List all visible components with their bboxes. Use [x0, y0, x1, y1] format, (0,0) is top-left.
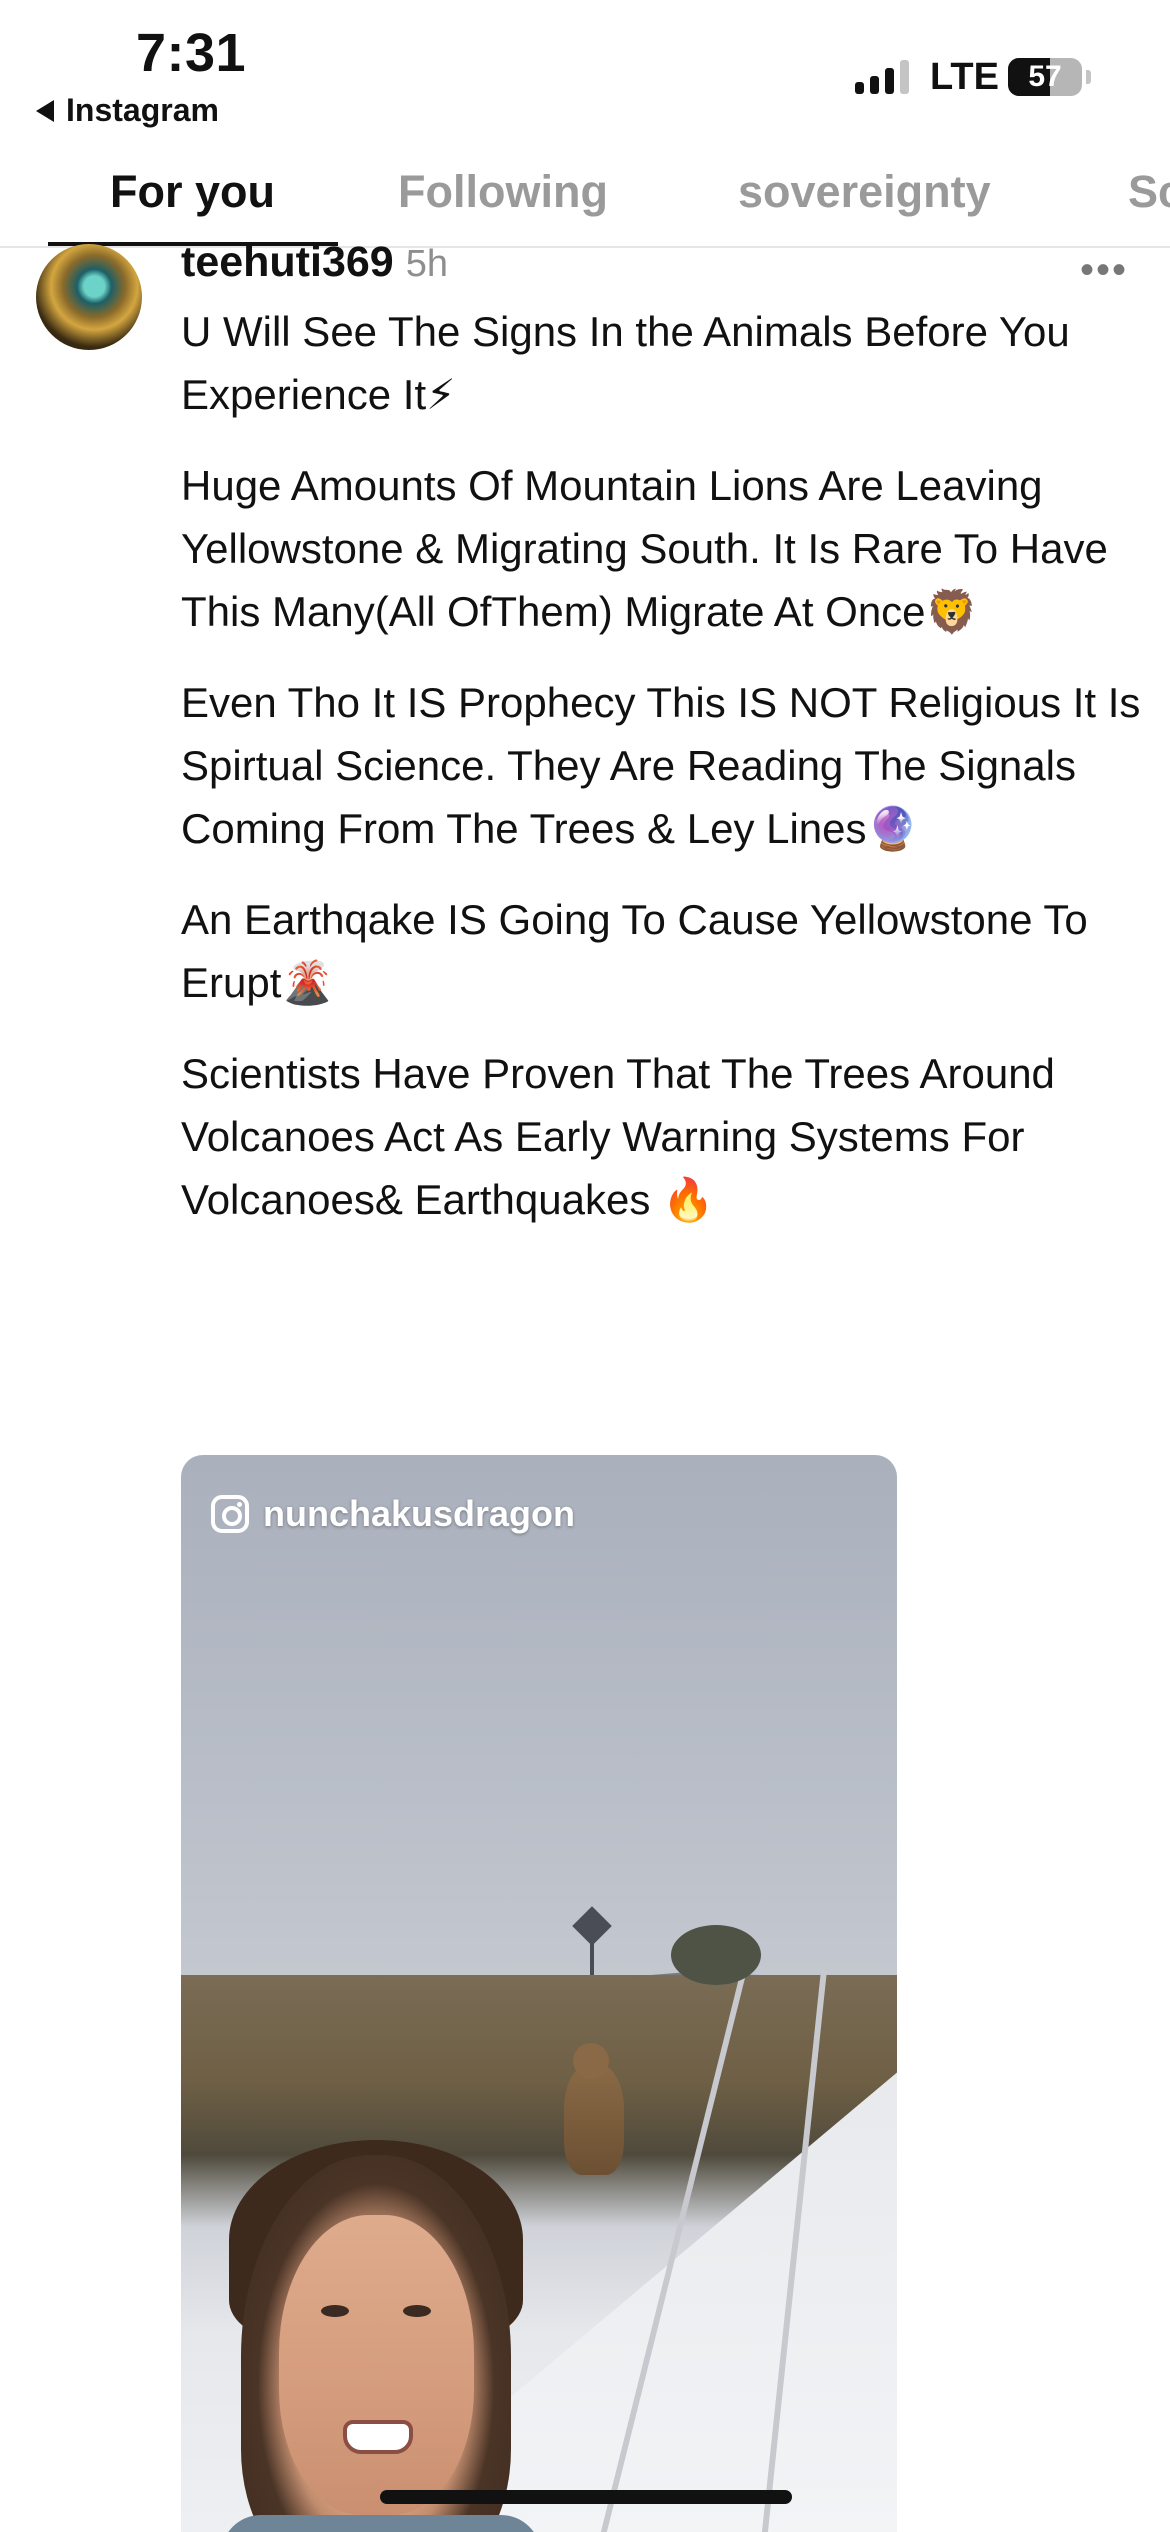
- presenter-shirt: [221, 2515, 541, 2532]
- status-time: 7:31: [136, 23, 247, 83]
- feed-tabs: For you Following sovereignty Sc: [0, 160, 1170, 248]
- post-time-ago: 5h: [405, 243, 448, 285]
- battery-level: 57: [1028, 60, 1062, 93]
- caption-paragraph: An Earthqake IS Going To Cause Yellowsto…: [181, 896, 1088, 1006]
- network-type: LTE: [930, 56, 999, 98]
- tab-partial[interactable]: Sc: [1128, 166, 1170, 218]
- back-app-label: Instagram: [66, 92, 219, 128]
- video-watermark: nunchakusdragon: [211, 1493, 575, 1535]
- battery-icon: 57: [1008, 58, 1082, 96]
- mountain-lion-figure: [564, 2065, 624, 2175]
- watermark-handle: nunchakusdragon: [263, 1493, 576, 1534]
- instagram-icon: [211, 1495, 249, 1533]
- presenter-mouth: [343, 2420, 413, 2454]
- presenter-skin: [279, 2215, 474, 2515]
- caption-paragraph: U Will See The Signs In the Animals Befo…: [181, 308, 1070, 418]
- tab-following[interactable]: Following: [398, 166, 608, 218]
- avatar[interactable]: [36, 244, 142, 350]
- tab-sovereignty[interactable]: sovereignty: [738, 166, 991, 218]
- back-to-app-button[interactable]: Instagram: [36, 92, 219, 129]
- battery-tip: [1086, 70, 1091, 84]
- post-author[interactable]: teehuti369 5h: [181, 238, 448, 287]
- presenter-eye: [321, 2305, 349, 2317]
- back-triangle-icon: [36, 99, 54, 122]
- video-bush: [671, 1925, 761, 1985]
- road-sign-icon: [572, 1906, 612, 1946]
- caption-paragraph: Scientists Have Proven That The Trees Ar…: [181, 1050, 1055, 1223]
- tab-for-you[interactable]: For you: [110, 166, 275, 218]
- username[interactable]: teehuti369: [181, 238, 394, 286]
- screen: 7:31 Instagram LTE 57 For you Following …: [0, 0, 1170, 2532]
- ellipsis-icon[interactable]: •••: [1080, 248, 1128, 293]
- post-video[interactable]: nunchakusdragon: [181, 1455, 897, 2532]
- mountain-lion-head: [573, 2043, 609, 2079]
- cellular-signal-icon: [855, 58, 909, 94]
- caption-paragraph: Even Tho It IS Prophecy This IS NOT Reli…: [181, 679, 1141, 852]
- post-caption: U Will See The Signs In the Animals Befo…: [181, 300, 1141, 1259]
- caption-paragraph: Huge Amounts Of Mountain Lions Are Leavi…: [181, 462, 1108, 635]
- home-indicator[interactable]: [380, 2490, 792, 2504]
- presenter-eye: [403, 2305, 431, 2317]
